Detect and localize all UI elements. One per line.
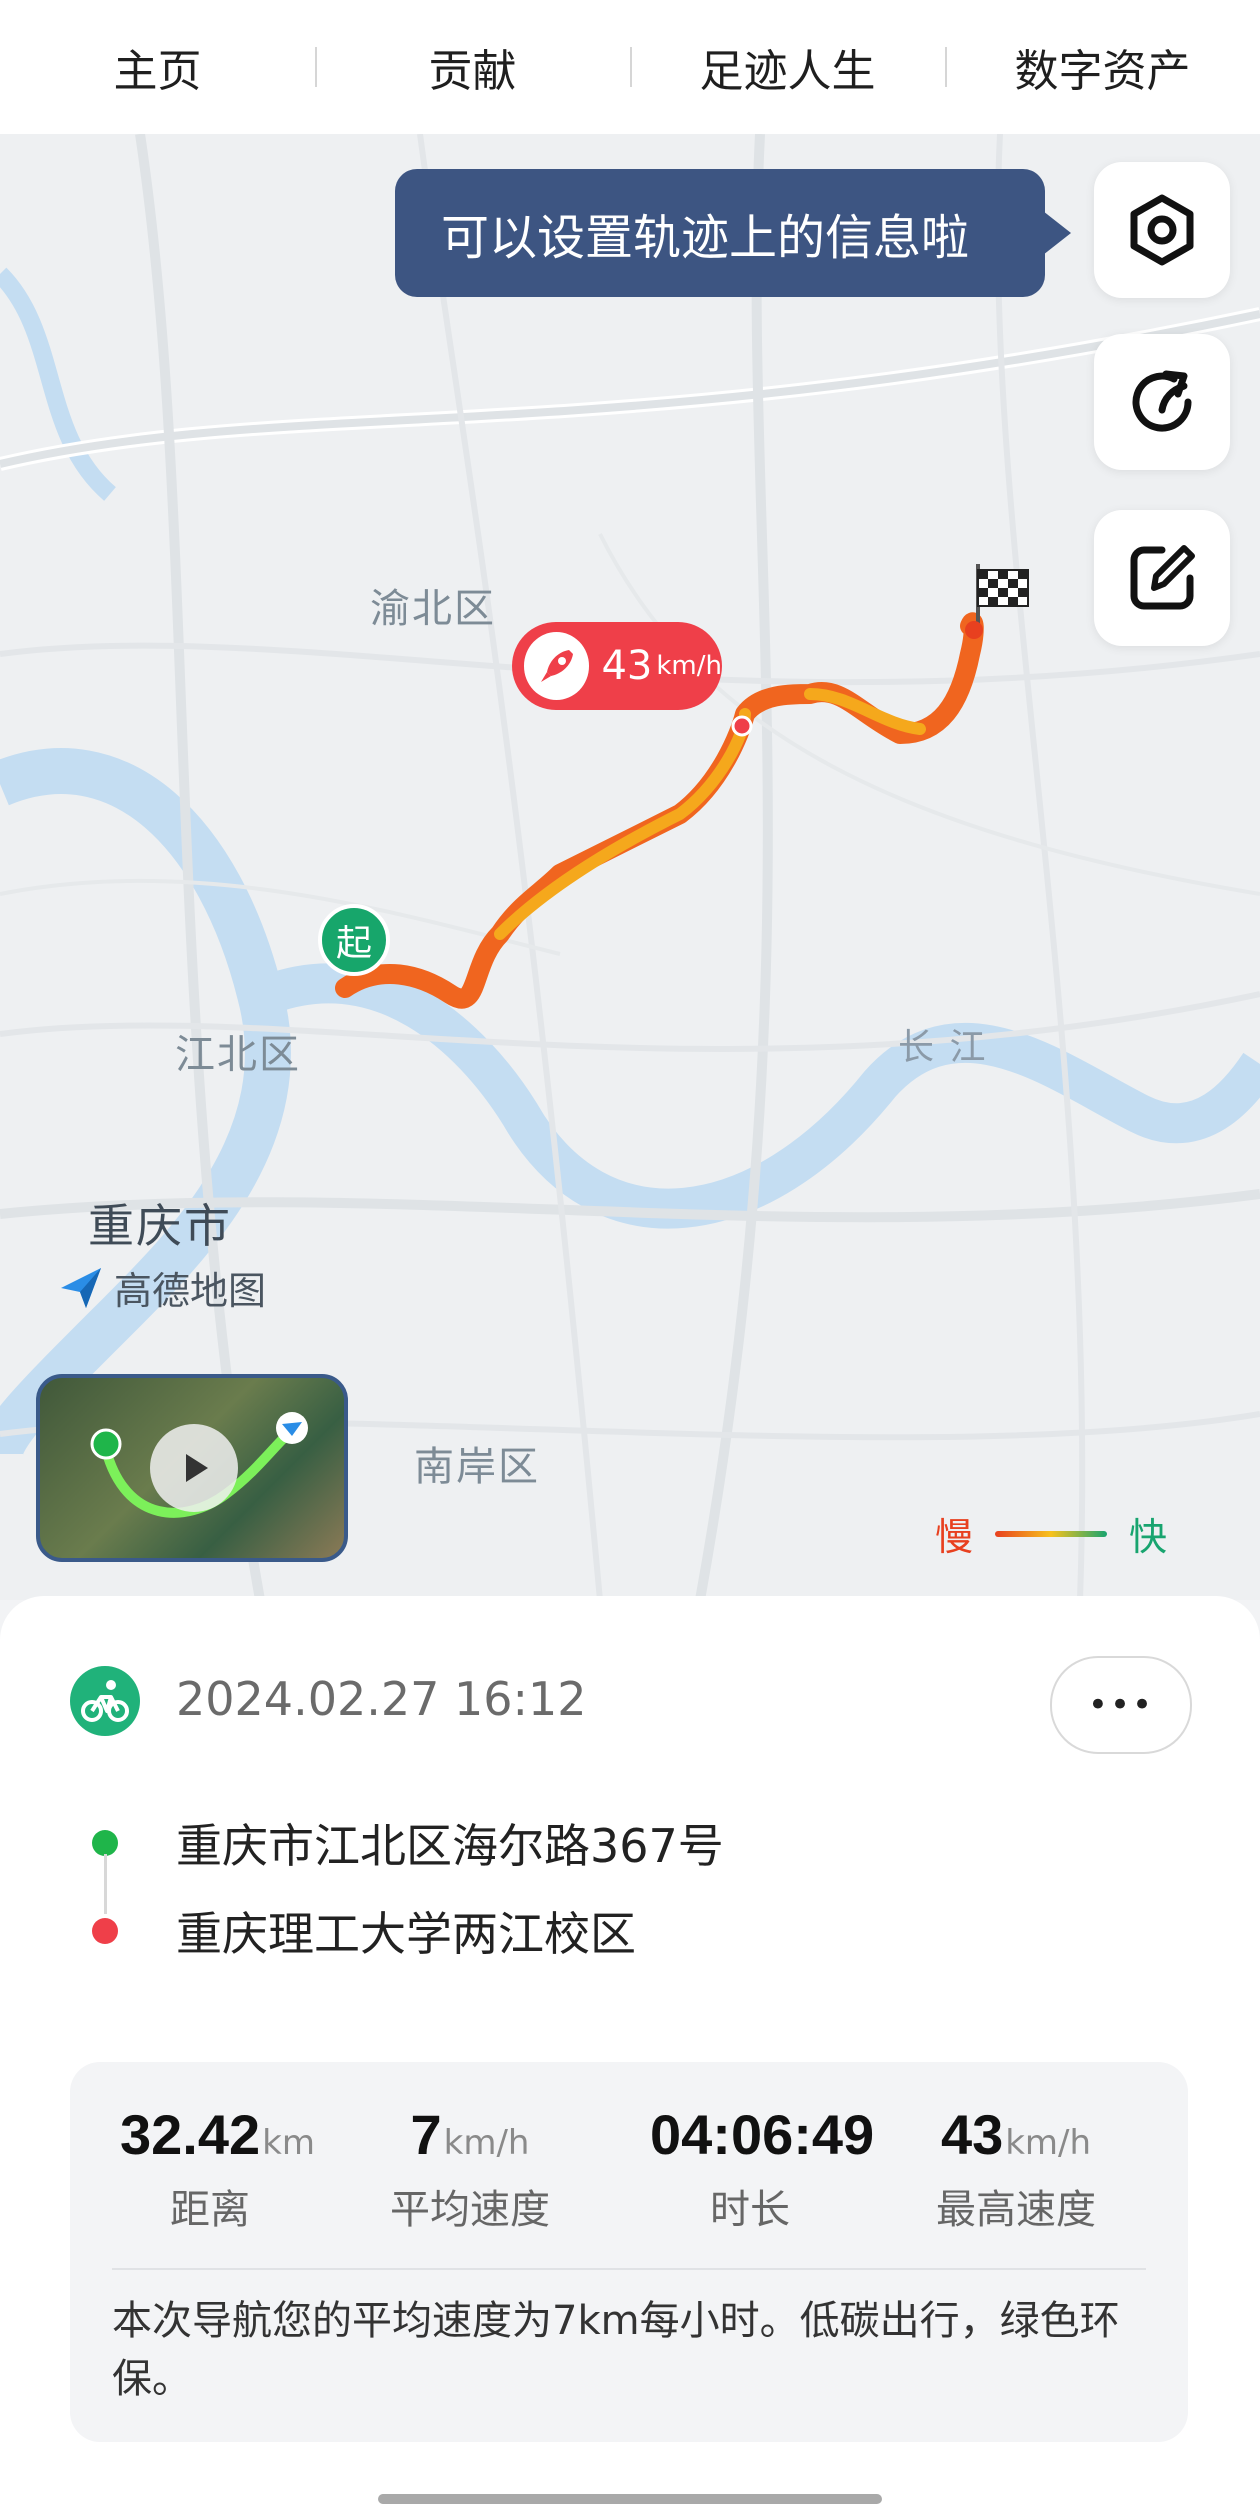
end-address: 重庆理工大学两江校区 bbox=[176, 1907, 636, 1961]
stat-duration: 04:06:49 时长 bbox=[650, 2102, 874, 2235]
start-dot bbox=[92, 1830, 118, 1856]
tab-footprint-life[interactable]: 足迹人生 bbox=[630, 35, 945, 99]
max-speed-bubble: 43 km/h bbox=[512, 622, 722, 710]
legend-fast-label: 快 bbox=[1129, 1515, 1168, 1559]
max-speed-label: 最高速度 bbox=[936, 2187, 1096, 2233]
end-dot bbox=[92, 1918, 118, 1944]
distance-value: 32.42 bbox=[120, 2103, 261, 2166]
trip-stats-panel: 32.42km 距离 7km/h 平均速度 04:06:49 时长 43km/h… bbox=[70, 2062, 1188, 2442]
distance-unit: km bbox=[262, 2123, 315, 2163]
avg-speed-label: 平均速度 bbox=[390, 2187, 550, 2233]
map-label-yubei: 渝北区 bbox=[370, 586, 496, 632]
stats-divider bbox=[112, 2268, 1146, 2270]
avg-speed-unit: km/h bbox=[443, 2123, 530, 2163]
map-label-nanan: 南岸区 bbox=[414, 1444, 540, 1490]
top-nav: 主页 贡献 足迹人生 数字资产 bbox=[0, 0, 1260, 134]
stat-avg-speed: 7km/h 平均速度 bbox=[370, 2102, 570, 2235]
map-label-chongqing: 重庆市 bbox=[88, 1199, 232, 1253]
bicycle-icon bbox=[70, 1666, 140, 1736]
legend-gradient-bar bbox=[995, 1530, 1108, 1537]
start-address: 重庆市江北区海尔路367号 bbox=[176, 1819, 724, 1873]
route-info-tooltip[interactable]: 可以设置轨迹上的信息啦 bbox=[395, 169, 1071, 297]
map-label-jiangbei: 江北区 bbox=[175, 1032, 301, 1078]
share-icon bbox=[1132, 370, 1192, 432]
rocket-icon bbox=[524, 632, 590, 700]
route-map[interactable]: 渝北区 江北区 重庆市 南岸区 长 江 高德地图 可以设置轨迹上的信息啦 43 … bbox=[0, 134, 1260, 1600]
home-indicator[interactable] bbox=[378, 2494, 882, 2504]
trip-summary-text: 本次导航您的平均速度为7km每小时。低碳出行，绿色环保。 bbox=[112, 2298, 1120, 2402]
play-icon bbox=[186, 1454, 208, 1482]
amap-logo: 高德地图 bbox=[56, 1260, 266, 1315]
stat-distance: 32.42km 距离 bbox=[120, 2102, 315, 2235]
stat-max-speed: 43km/h 最高速度 bbox=[906, 2102, 1126, 2235]
route-connector-line bbox=[104, 1854, 107, 1914]
tab-home[interactable]: 主页 bbox=[0, 35, 315, 99]
distance-label: 距离 bbox=[170, 2187, 250, 2233]
map-label-changjiang: 长 江 bbox=[898, 1027, 988, 1068]
max-speed-unit: km/h bbox=[656, 651, 722, 681]
duration-label: 时长 bbox=[710, 2187, 790, 2233]
more-options-button[interactable]: ••• bbox=[1050, 1656, 1192, 1754]
avg-speed-value: 7 bbox=[410, 2103, 442, 2166]
share-button[interactable] bbox=[1094, 334, 1230, 470]
play-button[interactable] bbox=[150, 1424, 238, 1512]
amap-logo-icon bbox=[61, 1267, 101, 1308]
trip-detail-card: 2024.02.27 16:12 ••• 重庆市江北区海尔路367号 重庆理工大… bbox=[0, 1596, 1260, 2512]
settings-icon bbox=[1130, 194, 1194, 266]
legend-slow-label: 慢 bbox=[935, 1515, 974, 1559]
edit-icon bbox=[1130, 545, 1195, 610]
max-speed-value: 43 bbox=[601, 643, 653, 689]
max-speed-stat-value: 43 bbox=[940, 2103, 1004, 2166]
tab-digital-assets[interactable]: 数字资产 bbox=[945, 35, 1260, 99]
amap-logo-text: 高德地图 bbox=[114, 1269, 267, 1313]
max-speed-stat-unit: km/h bbox=[1005, 2123, 1092, 2163]
settings-button[interactable] bbox=[1094, 162, 1230, 298]
route-video-thumbnail[interactable] bbox=[36, 1374, 348, 1562]
edit-button[interactable] bbox=[1094, 510, 1230, 646]
speed-legend: 慢 快 bbox=[935, 1506, 1167, 1561]
tab-contribution[interactable]: 贡献 bbox=[315, 35, 630, 99]
trip-datetime: 2024.02.27 16:12 bbox=[176, 1672, 587, 1726]
duration-value: 04:06:49 bbox=[650, 2103, 875, 2166]
start-marker: 起 bbox=[318, 904, 390, 976]
